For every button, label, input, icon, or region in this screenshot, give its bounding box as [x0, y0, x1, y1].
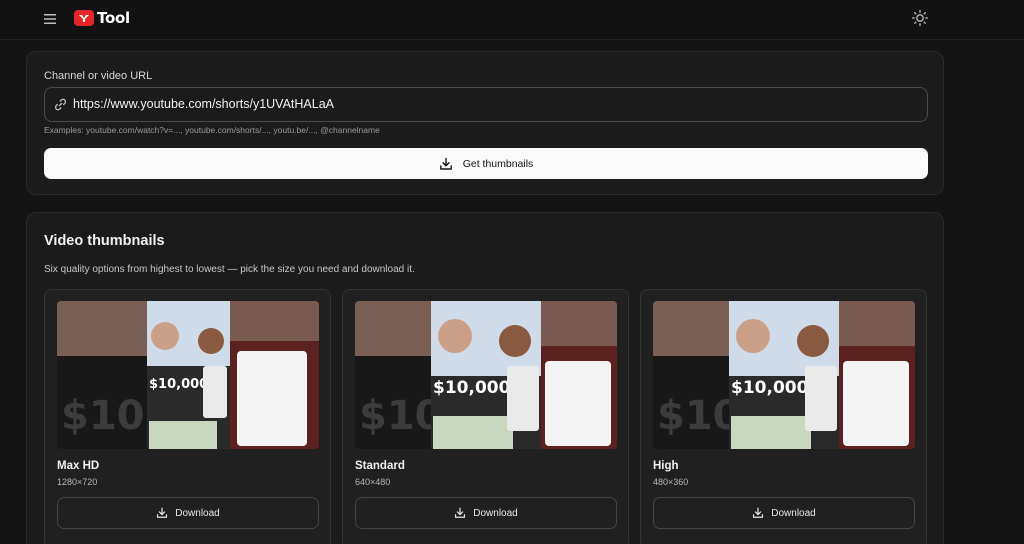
get-thumbnails-label: Get thumbnails: [462, 157, 534, 170]
link-icon: [54, 98, 67, 111]
thumbnail-card-standard: $10, $10,000 Standard 640×480 Download: [342, 289, 629, 544]
thumbnails-description: Six quality options from highest to lowe…: [44, 264, 415, 275]
download-label: Download: [771, 507, 816, 519]
download-icon: [439, 157, 452, 170]
url-input[interactable]: [73, 88, 913, 120]
thumbnail-quality-name: Standard: [355, 460, 405, 472]
thumbnail-resolution: 1280×720: [57, 477, 98, 487]
thumbnail-quality-name: Max HD: [57, 460, 100, 472]
download-button-high[interactable]: Download: [653, 497, 915, 529]
price-overlay-text: $10,000: [433, 378, 511, 398]
top-bar: Tool: [0, 0, 1024, 40]
thumbnail-resolution: 480×360: [653, 477, 689, 487]
logo[interactable]: Tool: [74, 8, 130, 28]
thumbnail-image[interactable]: $10, $10,000: [355, 301, 617, 449]
url-field-label: Channel or video URL: [44, 70, 153, 82]
thumbnail-quality-name: High: [653, 460, 679, 472]
download-icon: [455, 507, 466, 518]
thumbnail-resolution: 640×480: [355, 477, 391, 487]
download-button-maxhd[interactable]: Download: [57, 497, 319, 529]
get-thumbnails-button[interactable]: Get thumbnails: [44, 148, 928, 179]
price-overlay-text: $10,000: [731, 378, 809, 398]
sun-icon[interactable]: [911, 9, 929, 27]
thumbnail-image[interactable]: $10,0 $10,000: [57, 301, 319, 449]
price-overlay-text: $10,000: [149, 377, 208, 392]
download-icon: [753, 507, 764, 518]
thumbnails-title: Video thumbnails: [44, 233, 165, 249]
download-label: Download: [175, 507, 220, 519]
download-button-standard[interactable]: Download: [355, 497, 617, 529]
menu-icon[interactable]: [42, 11, 58, 27]
thumbnail-image[interactable]: $10,( $10,000: [653, 301, 915, 449]
logo-icon: [74, 10, 94, 26]
url-input-wrapper[interactable]: [44, 87, 928, 122]
url-form-card: Channel or video URL Examples: youtube.c…: [26, 51, 944, 195]
thumbnail-card-maxhd: $10,0 $10,000 Max HD 1280×720 Download: [44, 289, 331, 544]
thumbnail-card-high: $10,( $10,000 High 480×360 Download: [640, 289, 927, 544]
thumbnails-card: Video thumbnails Six quality options fro…: [26, 212, 944, 544]
download-icon: [157, 507, 168, 518]
logo-text: Tool: [97, 9, 130, 27]
url-examples-hint: Examples: youtube.com/watch?v=..., youtu…: [44, 125, 380, 135]
download-label: Download: [473, 507, 518, 519]
